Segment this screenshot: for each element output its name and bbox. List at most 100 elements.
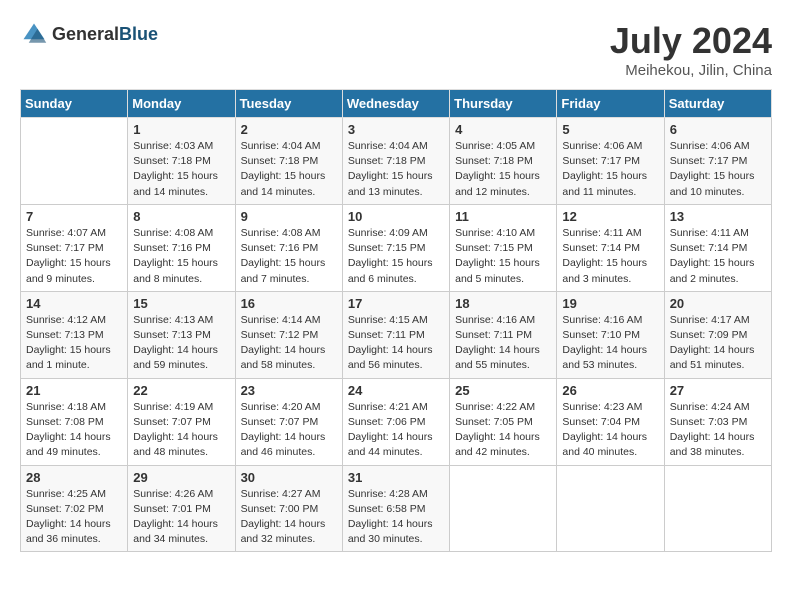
- day-number: 29: [133, 470, 229, 485]
- calendar-table: SundayMondayTuesdayWednesdayThursdayFrid…: [20, 89, 772, 552]
- header-day-saturday: Saturday: [664, 90, 771, 118]
- day-info: Sunrise: 4:03 AM Sunset: 7:18 PM Dayligh…: [133, 139, 229, 200]
- calendar-cell: 1 Sunrise: 4:03 AM Sunset: 7:18 PM Daylig…: [128, 118, 235, 205]
- calendar-cell: 6 Sunrise: 4:06 AM Sunset: 7:17 PM Daylig…: [664, 118, 771, 205]
- day-info: Sunrise: 4:22 AM Sunset: 7:05 PM Dayligh…: [455, 400, 551, 461]
- day-number: 5: [562, 122, 658, 137]
- header-day-sunday: Sunday: [21, 90, 128, 118]
- logo-text: GeneralBlue: [52, 24, 158, 45]
- calendar-cell: 13Sunrise: 4:11 AM Sunset: 7:14 PM Dayli…: [664, 204, 771, 291]
- calendar-cell: 30 Sunrise: 4:27 AM Sunset: 7:00 PM Dayli…: [235, 465, 342, 552]
- calendar-cell: 12 Sunrise: 4:11 AM Sunset: 7:14 PM Dayli…: [557, 204, 664, 291]
- day-info: Sunrise: 4:04 AM Sunset: 7:18 PM Dayligh…: [241, 139, 337, 200]
- day-number: 27: [670, 383, 766, 398]
- header-day-thursday: Thursday: [450, 90, 557, 118]
- week-row-1: 1 Sunrise: 4:03 AM Sunset: 7:18 PM Daylig…: [21, 118, 772, 205]
- day-number: 24: [348, 383, 444, 398]
- calendar-cell: 28 Sunrise: 4:25 AM Sunset: 7:02 PM Dayli…: [21, 465, 128, 552]
- calendar-cell: 11 Sunrise: 4:10 AM Sunset: 7:15 PM Dayli…: [450, 204, 557, 291]
- calendar-cell: 16Sunrise: 4:14 AM Sunset: 7:12 PM Dayli…: [235, 291, 342, 378]
- day-number: 28: [26, 470, 122, 485]
- calendar-cell: 18Sunrise: 4:16 AM Sunset: 7:11 PM Dayli…: [450, 291, 557, 378]
- calendar-cell: [450, 465, 557, 552]
- calendar-cell: 23 Sunrise: 4:20 AM Sunset: 7:07 PM Dayli…: [235, 378, 342, 465]
- week-row-3: 14 Sunrise: 4:12 AM Sunset: 7:13 PM Dayli…: [21, 291, 772, 378]
- day-info: Sunrise: 4:14 AM Sunset: 7:12 PM Dayligh…: [241, 313, 337, 374]
- location-subtitle: Meihekou, Jilin, China: [610, 62, 772, 79]
- calendar-cell: 29 Sunrise: 4:26 AM Sunset: 7:01 PM Dayli…: [128, 465, 235, 552]
- day-info: Sunrise: 4:18 AM Sunset: 7:08 PM Dayligh…: [26, 400, 122, 461]
- calendar-cell: 5Sunrise: 4:06 AM Sunset: 7:17 PM Daylig…: [557, 118, 664, 205]
- day-number: 21: [26, 383, 122, 398]
- day-info: Sunrise: 4:19 AM Sunset: 7:07 PM Dayligh…: [133, 400, 229, 461]
- calendar-cell: 26Sunrise: 4:23 AM Sunset: 7:04 PM Dayli…: [557, 378, 664, 465]
- day-info: Sunrise: 4:11 AM Sunset: 7:14 PM Dayligh…: [670, 226, 766, 287]
- day-number: 31: [348, 470, 444, 485]
- calendar-cell: 14 Sunrise: 4:12 AM Sunset: 7:13 PM Dayli…: [21, 291, 128, 378]
- day-number: 12: [562, 209, 658, 224]
- header-day-wednesday: Wednesday: [342, 90, 449, 118]
- calendar-cell: 7Sunrise: 4:07 AM Sunset: 7:17 PM Daylig…: [21, 204, 128, 291]
- day-number: 6: [670, 122, 766, 137]
- day-info: Sunrise: 4:26 AM Sunset: 7:01 PM Dayligh…: [133, 487, 229, 548]
- calendar-cell: 8Sunrise: 4:08 AM Sunset: 7:16 PM Daylig…: [128, 204, 235, 291]
- day-info: Sunrise: 4:24 AM Sunset: 7:03 PM Dayligh…: [670, 400, 766, 461]
- calendar-cell: 22Sunrise: 4:19 AM Sunset: 7:07 PM Dayli…: [128, 378, 235, 465]
- day-number: 3: [348, 122, 444, 137]
- day-info: Sunrise: 4:16 AM Sunset: 7:11 PM Dayligh…: [455, 313, 551, 374]
- day-info: Sunrise: 4:17 AM Sunset: 7:09 PM Dayligh…: [670, 313, 766, 374]
- day-info: Sunrise: 4:10 AM Sunset: 7:15 PM Dayligh…: [455, 226, 551, 287]
- calendar-header: SundayMondayTuesdayWednesdayThursdayFrid…: [21, 90, 772, 118]
- day-info: Sunrise: 4:15 AM Sunset: 7:11 PM Dayligh…: [348, 313, 444, 374]
- page-header: GeneralBlue July 2024 Meihekou, Jilin, C…: [20, 20, 772, 79]
- calendar-cell: 21 Sunrise: 4:18 AM Sunset: 7:08 PM Dayli…: [21, 378, 128, 465]
- calendar-cell: [557, 465, 664, 552]
- calendar-cell: 9Sunrise: 4:08 AM Sunset: 7:16 PM Daylig…: [235, 204, 342, 291]
- day-number: 23: [241, 383, 337, 398]
- day-info: Sunrise: 4:20 AM Sunset: 7:07 PM Dayligh…: [241, 400, 337, 461]
- calendar-body: 1 Sunrise: 4:03 AM Sunset: 7:18 PM Daylig…: [21, 118, 772, 552]
- day-number: 30: [241, 470, 337, 485]
- day-number: 11: [455, 209, 551, 224]
- calendar-cell: 20 Sunrise: 4:17 AM Sunset: 7:09 PM Dayli…: [664, 291, 771, 378]
- day-number: 19: [562, 296, 658, 311]
- header-day-monday: Monday: [128, 90, 235, 118]
- day-number: 10: [348, 209, 444, 224]
- calendar-cell: 15Sunrise: 4:13 AM Sunset: 7:13 PM Dayli…: [128, 291, 235, 378]
- day-number: 15: [133, 296, 229, 311]
- calendar-cell: 10 Sunrise: 4:09 AM Sunset: 7:15 PM Dayli…: [342, 204, 449, 291]
- day-info: Sunrise: 4:11 AM Sunset: 7:14 PM Dayligh…: [562, 226, 658, 287]
- day-number: 20: [670, 296, 766, 311]
- calendar-cell: 25Sunrise: 4:22 AM Sunset: 7:05 PM Dayli…: [450, 378, 557, 465]
- day-info: Sunrise: 4:25 AM Sunset: 7:02 PM Dayligh…: [26, 487, 122, 548]
- day-info: Sunrise: 4:28 AM Sunset: 6:58 PM Dayligh…: [348, 487, 444, 548]
- header-day-friday: Friday: [557, 90, 664, 118]
- day-number: 1: [133, 122, 229, 137]
- logo: GeneralBlue: [20, 20, 158, 48]
- calendar-cell: [664, 465, 771, 552]
- calendar-cell: 2Sunrise: 4:04 AM Sunset: 7:18 PM Daylig…: [235, 118, 342, 205]
- calendar-cell: 4 Sunrise: 4:05 AM Sunset: 7:18 PM Daylig…: [450, 118, 557, 205]
- day-number: 17: [348, 296, 444, 311]
- day-info: Sunrise: 4:27 AM Sunset: 7:00 PM Dayligh…: [241, 487, 337, 548]
- week-row-5: 28 Sunrise: 4:25 AM Sunset: 7:02 PM Dayli…: [21, 465, 772, 552]
- calendar-cell: 3Sunrise: 4:04 AM Sunset: 7:18 PM Daylig…: [342, 118, 449, 205]
- day-info: Sunrise: 4:21 AM Sunset: 7:06 PM Dayligh…: [348, 400, 444, 461]
- calendar-cell: 24 Sunrise: 4:21 AM Sunset: 7:06 PM Dayli…: [342, 378, 449, 465]
- day-info: Sunrise: 4:05 AM Sunset: 7:18 PM Dayligh…: [455, 139, 551, 200]
- month-year-title: July 2024: [610, 20, 772, 62]
- week-row-4: 21 Sunrise: 4:18 AM Sunset: 7:08 PM Dayli…: [21, 378, 772, 465]
- day-info: Sunrise: 4:07 AM Sunset: 7:17 PM Dayligh…: [26, 226, 122, 287]
- day-info: Sunrise: 4:16 AM Sunset: 7:10 PM Dayligh…: [562, 313, 658, 374]
- header-day-tuesday: Tuesday: [235, 90, 342, 118]
- day-number: 8: [133, 209, 229, 224]
- day-info: Sunrise: 4:09 AM Sunset: 7:15 PM Dayligh…: [348, 226, 444, 287]
- calendar-cell: [21, 118, 128, 205]
- day-info: Sunrise: 4:06 AM Sunset: 7:17 PM Dayligh…: [670, 139, 766, 200]
- day-number: 4: [455, 122, 551, 137]
- calendar-cell: 31 Sunrise: 4:28 AM Sunset: 6:58 PM Dayli…: [342, 465, 449, 552]
- week-row-2: 7Sunrise: 4:07 AM Sunset: 7:17 PM Daylig…: [21, 204, 772, 291]
- day-info: Sunrise: 4:12 AM Sunset: 7:13 PM Dayligh…: [26, 313, 122, 374]
- day-number: 9: [241, 209, 337, 224]
- day-number: 14: [26, 296, 122, 311]
